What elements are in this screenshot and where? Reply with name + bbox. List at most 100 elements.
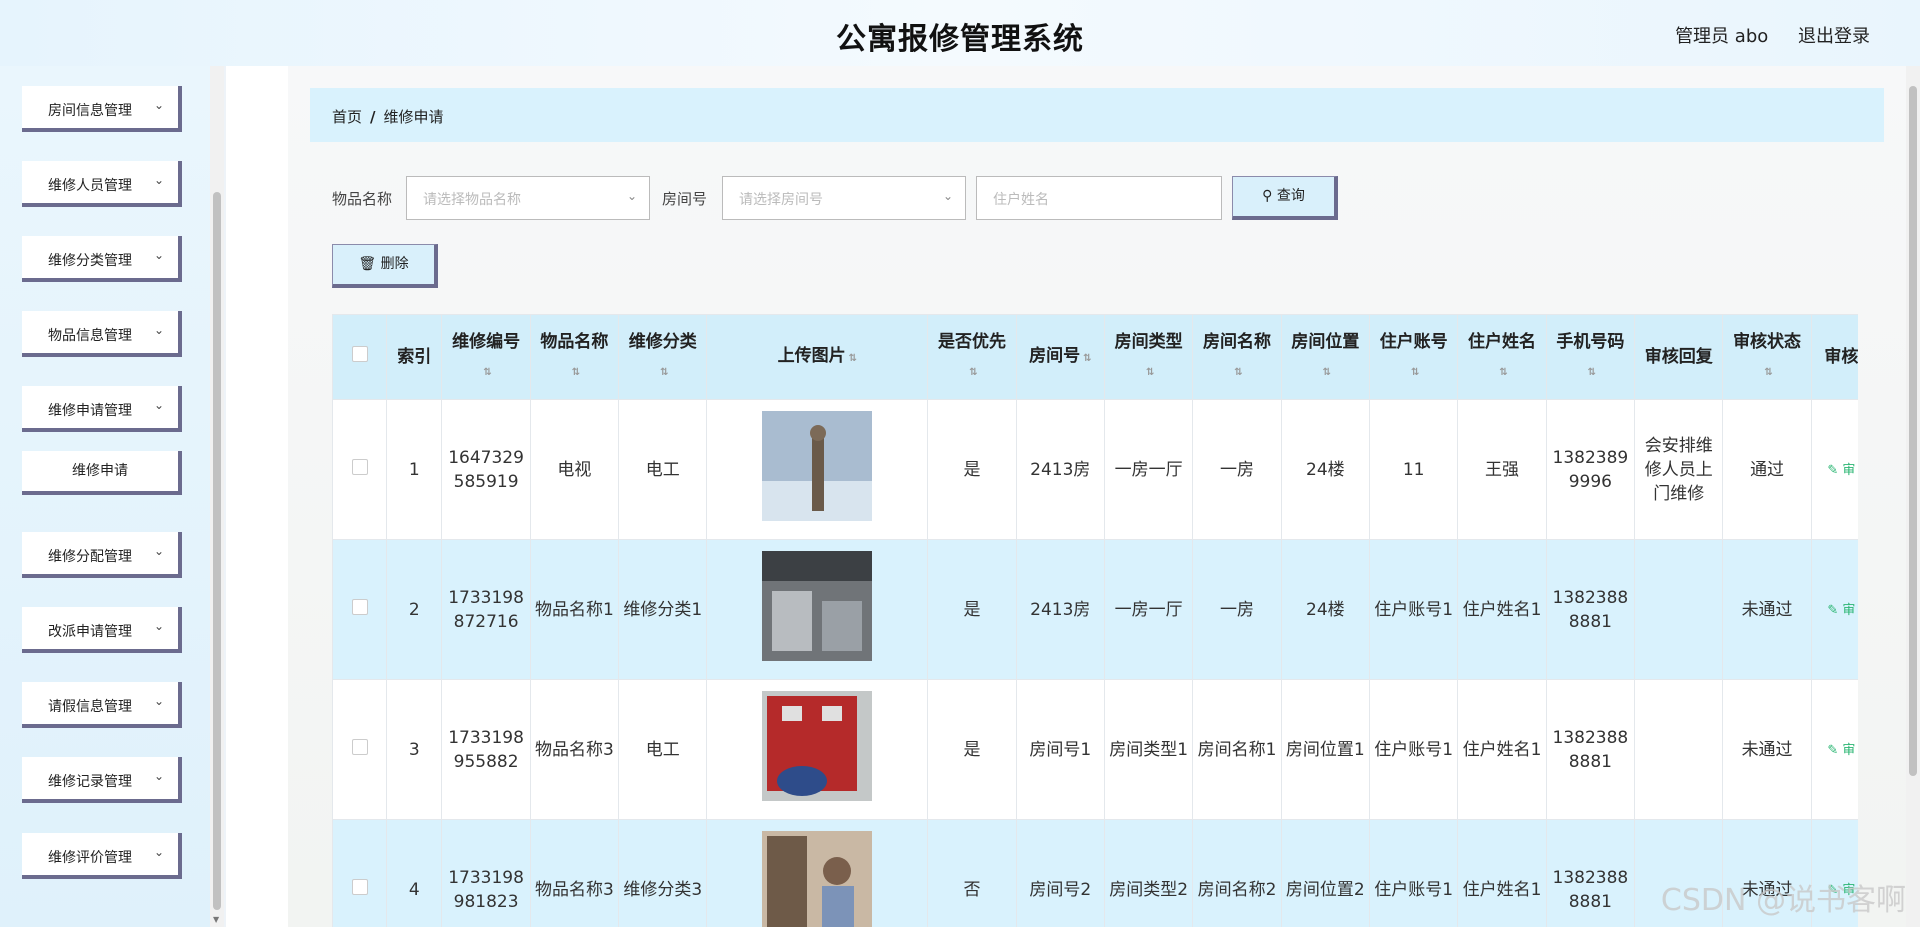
sort-icon[interactable]: ⇅ xyxy=(483,367,491,378)
sidebar-item-item-info[interactable]: 物品信息管理 ⌄ xyxy=(22,311,182,357)
table-row: 1 1647329585919 电视 电工 是 2413房 一房一厅 一房 24… xyxy=(332,399,1858,540)
sort-icon[interactable]: ⇅ xyxy=(1083,353,1091,364)
sidebar-item-repair-request[interactable]: 维修申请管理 ⌄ xyxy=(22,386,182,432)
sidebar-item-leave[interactable]: 请假信息管理 ⌄ xyxy=(22,682,182,728)
row-checkbox-cell[interactable] xyxy=(332,679,388,820)
sidebar-subitem-repair-request[interactable]: 维修申请 xyxy=(22,451,182,495)
column-header[interactable]: 房间位置 ⇅ xyxy=(1280,314,1371,400)
select-all-checkbox[interactable] xyxy=(351,346,368,362)
sort-icon[interactable]: ⇅ xyxy=(1764,367,1772,378)
sidebar-item-label: 改派申请管理 xyxy=(48,624,132,640)
scroll-thumb[interactable] xyxy=(1909,86,1917,776)
sidebar-scrollbar[interactable]: ▼ xyxy=(210,66,224,927)
sidebar-item-label: 维修记录管理 xyxy=(48,774,132,790)
review-link[interactable]: ✎ 审 xyxy=(1827,463,1855,478)
column-header[interactable]: 审核状态 ⇅ xyxy=(1722,314,1812,400)
sort-icon[interactable]: ⇅ xyxy=(1234,367,1242,378)
column-header[interactable]: 房间类型 ⇅ xyxy=(1103,314,1194,400)
sidebar-item-reassign[interactable]: 改派申请管理 ⌄ xyxy=(22,607,182,653)
cell-index: 2 xyxy=(386,539,443,680)
row-checkbox-cell[interactable] xyxy=(332,399,388,540)
room-no-select[interactable]: 请选择房间号 ⌄ xyxy=(722,176,966,220)
column-header[interactable]: 住户姓名 ⇅ xyxy=(1457,314,1547,400)
row-checkbox[interactable] xyxy=(351,878,368,895)
uploaded-photo-thumbnail[interactable] xyxy=(762,551,873,661)
search-button[interactable]: ⚲ 查询 xyxy=(1232,176,1338,220)
page-scrollbar[interactable] xyxy=(1906,66,1920,927)
cell-status: 未通过 xyxy=(1722,539,1812,680)
row-checkbox[interactable] xyxy=(351,458,368,475)
sidebar-item-repair-review[interactable]: 维修评价管理 ⌄ xyxy=(22,833,182,879)
uploaded-photo-thumbnail[interactable] xyxy=(762,831,873,927)
sidebar-item-label: 维修申请管理 xyxy=(48,403,132,419)
cell-resident-name: 王强 xyxy=(1457,399,1547,540)
cell-room-type: 房间类型1 xyxy=(1103,679,1194,820)
sidebar-item-repair-assign[interactable]: 维修分配管理 ⌄ xyxy=(22,532,182,578)
chevron-down-icon: ⌄ xyxy=(153,98,164,112)
breadcrumb-separator: / xyxy=(370,108,376,126)
sort-icon[interactable]: ⇅ xyxy=(660,367,668,378)
delete-button[interactable]: 🗑 删除 xyxy=(332,244,438,288)
scroll-down-arrow-icon[interactable]: ▼ xyxy=(213,915,219,924)
sort-icon[interactable]: ⇅ xyxy=(1323,367,1331,378)
uploaded-photo-thumbnail[interactable] xyxy=(762,411,873,521)
uploaded-photo-thumbnail[interactable] xyxy=(762,691,873,801)
room-no-label: 房间号 xyxy=(662,190,708,208)
column-header[interactable]: 维修编号 ⇅ xyxy=(441,314,531,400)
current-user: 管理员 abo xyxy=(1675,26,1769,47)
sort-icon[interactable]: ⇅ xyxy=(1411,367,1419,378)
review-link[interactable]: ✎ 审 xyxy=(1827,743,1855,758)
table-row: 3 1733198955882 物品名称3 电工 是 房间号1 房间类型1 房间… xyxy=(332,679,1858,820)
row-checkbox[interactable] xyxy=(351,738,368,755)
cell-status: 未通过 xyxy=(1722,679,1812,820)
header-label: 房间名称 xyxy=(1203,331,1271,352)
search-icon: ⚲ xyxy=(1262,188,1273,204)
sort-icon[interactable]: ⇅ xyxy=(849,353,857,364)
sidebar-item-repair-record[interactable]: 维修记录管理 ⌄ xyxy=(22,757,182,803)
logout-link[interactable]: 退出登录 xyxy=(1798,26,1870,47)
search-button-label: 查询 xyxy=(1276,188,1305,204)
sort-icon[interactable]: ⇅ xyxy=(1588,367,1596,378)
breadcrumb-home[interactable]: 首页 xyxy=(332,108,362,126)
column-header[interactable]: 维修分类 ⇅ xyxy=(618,314,708,400)
sort-icon[interactable]: ⇅ xyxy=(572,367,580,378)
sort-icon[interactable]: ⇅ xyxy=(1146,367,1154,378)
sort-icon[interactable]: ⇅ xyxy=(1499,367,1507,378)
cell-index: 4 xyxy=(386,819,443,927)
resident-name-placeholder: 住户姓名 xyxy=(993,192,1049,208)
cell-reply: 会安排维修人员上门维修 xyxy=(1634,399,1724,540)
chevron-down-icon: ⌄ xyxy=(153,173,164,187)
sidebar-item-repair-staff[interactable]: 维修人员管理 ⌄ xyxy=(22,161,182,207)
cell-category: 维修分类3 xyxy=(618,819,708,927)
chevron-down-icon: ⌄ xyxy=(153,694,164,708)
cell-item: 物品名称1 xyxy=(529,539,620,680)
breadcrumb-current: 维修申请 xyxy=(383,108,444,126)
cell-room-type: 房间类型2 xyxy=(1103,819,1194,927)
resident-name-input[interactable]: 住户姓名 xyxy=(976,176,1222,220)
review-link[interactable]: ✎ 审 xyxy=(1827,603,1855,618)
select-all-checkbox-cell[interactable] xyxy=(332,314,388,400)
column-header[interactable]: 房间号 ⇅ xyxy=(1015,314,1105,400)
repair-request-table: 索引 维修编号⇅ 物品名称⇅ 维修分类⇅ 上传图片 ⇅ 是否优先⇅ 房间号 ⇅ 房间… xyxy=(332,314,1858,927)
column-header[interactable]: 住户账号 ⇅ xyxy=(1369,314,1459,400)
column-header[interactable]: 房间名称 ⇅ xyxy=(1192,314,1282,400)
cell-phone: 13823899996 xyxy=(1545,399,1636,540)
table-header-row: 索引 维修编号⇅ 物品名称⇅ 维修分类⇅ 上传图片 ⇅ 是否优先⇅ 房间号 ⇅ 房间… xyxy=(332,314,1858,400)
scroll-thumb[interactable] xyxy=(213,192,221,910)
watermark-text: CSDN @说书客啊 xyxy=(1660,883,1906,918)
row-checkbox[interactable] xyxy=(351,598,368,615)
cell-room-name: 一房 xyxy=(1192,399,1282,540)
sidebar-item-repair-category[interactable]: 维修分类管理 ⌄ xyxy=(22,236,182,282)
cell-room-no: 房间号2 xyxy=(1015,819,1105,927)
sidebar-item-room-info[interactable]: 房间信息管理 ⌄ xyxy=(22,86,182,132)
column-header[interactable]: 手机号码 ⇅ xyxy=(1545,314,1636,400)
breadcrumb: 首页 / 维修申请 xyxy=(310,88,1884,142)
column-header[interactable]: 是否优先 ⇅ xyxy=(927,314,1017,400)
chevron-down-icon: ⌄ xyxy=(153,619,164,633)
column-header[interactable]: 上传图片 ⇅ xyxy=(706,314,929,400)
column-header[interactable]: 物品名称 ⇅ xyxy=(529,314,620,400)
row-checkbox-cell[interactable] xyxy=(332,539,388,680)
sort-icon[interactable]: ⇅ xyxy=(969,367,977,378)
item-name-select[interactable]: 请选择物品名称 ⌄ xyxy=(406,176,650,220)
row-checkbox-cell[interactable] xyxy=(332,819,388,927)
